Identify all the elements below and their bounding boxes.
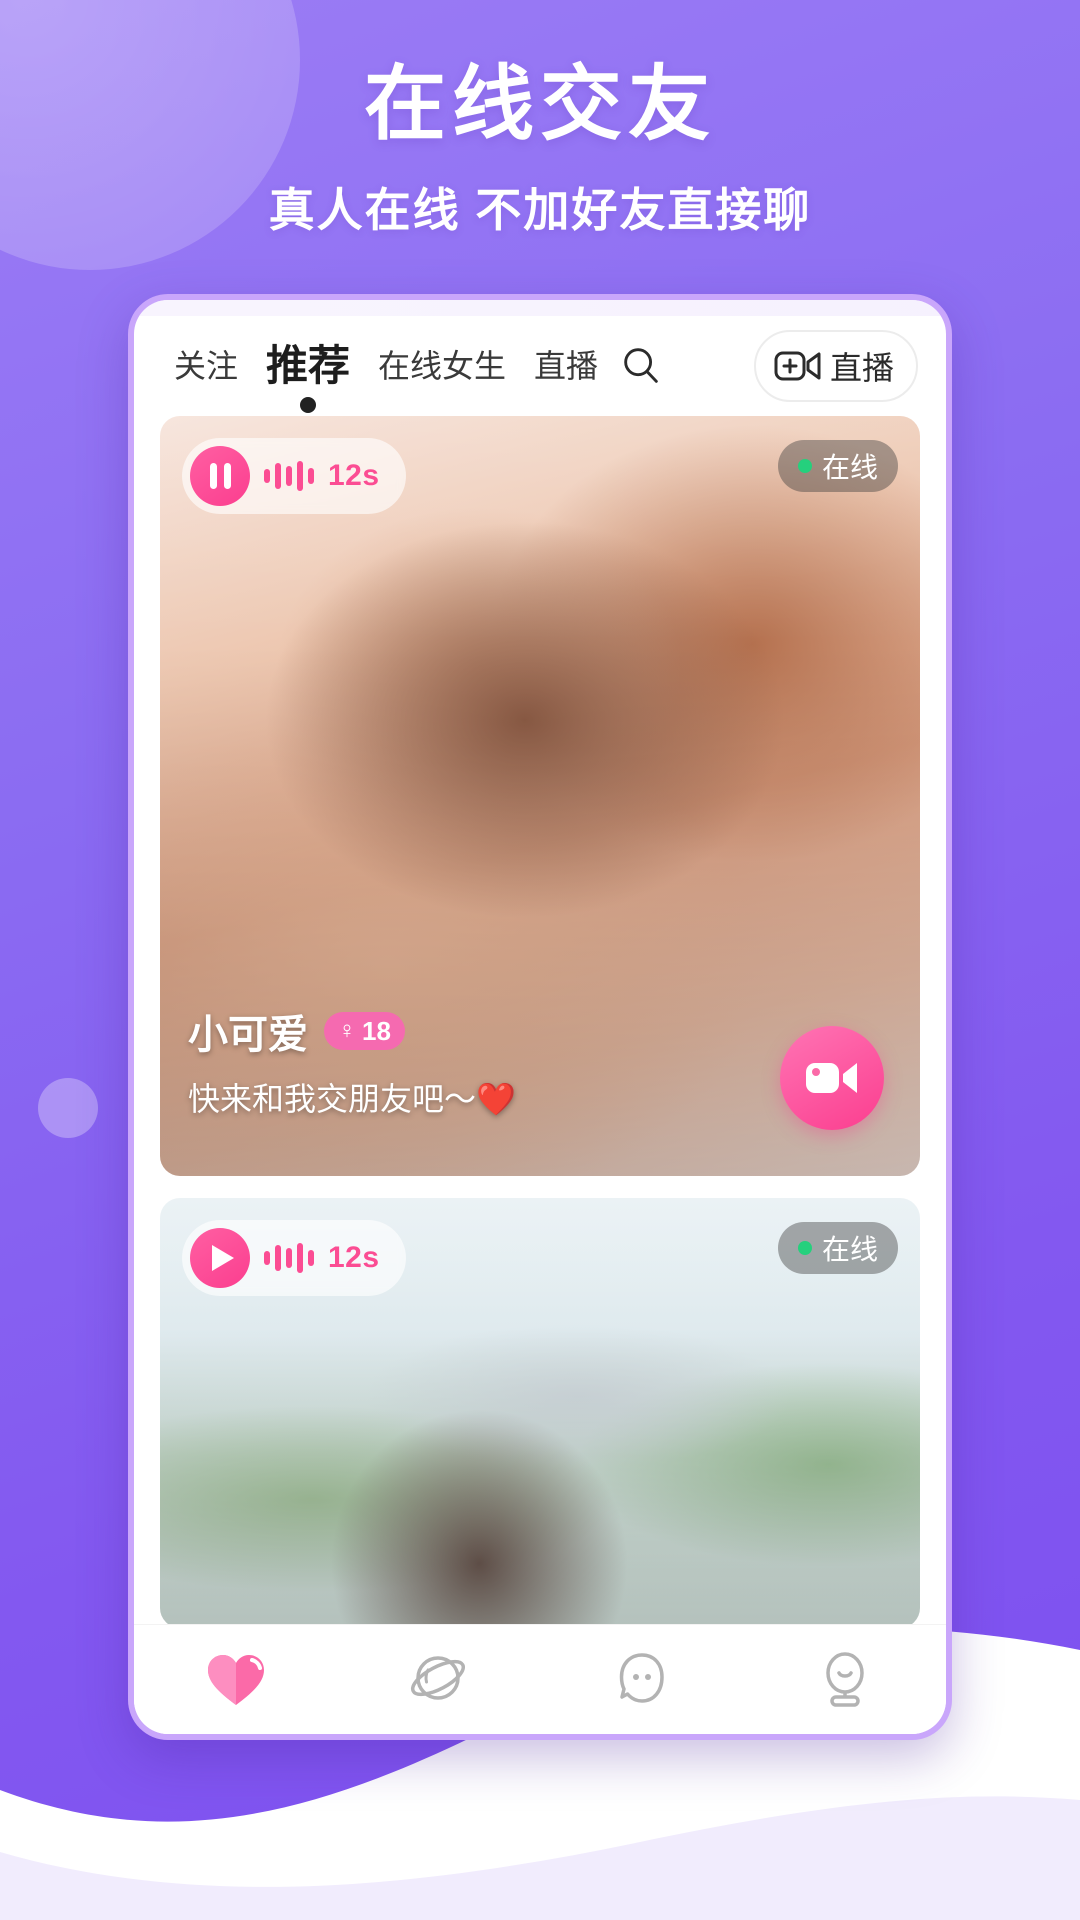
feed-list[interactable]: 12s 在线 小可爱 ♀ 18 快来和我交朋友吧～❤️ 12s 在线 <box>134 416 946 1624</box>
profile-info: 小可爱 ♀ 18 快来和我交朋友吧～❤️ <box>188 1002 516 1120</box>
active-tab-indicator <box>300 397 317 413</box>
video-call-icon <box>806 1063 857 1093</box>
status-badge: 在线 <box>777 1222 898 1274</box>
tab-follow[interactable]: 关注 <box>160 350 252 382</box>
bottom-navigation <box>134 1624 946 1734</box>
play-button[interactable] <box>190 1228 250 1288</box>
waveform-icon <box>264 459 314 493</box>
start-live-button[interactable]: 直播 <box>753 330 918 402</box>
search-icon[interactable] <box>618 343 664 389</box>
tab-live-label: 直播 <box>534 348 599 384</box>
tab-online-girls[interactable]: 在线女生 <box>364 350 520 382</box>
status-badge-label: 在线 <box>821 1234 878 1265</box>
feed-card[interactable]: 12s 在线 <box>160 1198 920 1624</box>
audio-player-badge[interactable]: 12s <box>182 438 406 514</box>
tab-recommend[interactable]: 推荐 <box>252 342 364 413</box>
nav-item-discover[interactable] <box>134 1651 337 1709</box>
status-badge-label: 在线 <box>821 452 878 483</box>
play-icon <box>211 1245 234 1271</box>
tab-recommend-label: 推荐 <box>266 342 351 389</box>
waveform-icon <box>264 1241 314 1275</box>
gender-age-badge: ♀ 18 <box>324 1012 405 1050</box>
planet-icon <box>410 1655 465 1700</box>
video-call-button[interactable] <box>780 1026 884 1130</box>
tab-online-girls-label: 在线女生 <box>378 348 507 384</box>
feed-card[interactable]: 12s 在线 小可爱 ♀ 18 快来和我交朋友吧～❤️ <box>160 416 920 1176</box>
start-live-label: 直播 <box>829 350 894 386</box>
nav-item-profile[interactable] <box>743 1651 946 1709</box>
nav-item-messages[interactable] <box>540 1651 743 1709</box>
tab-follow-label: 关注 <box>174 348 239 384</box>
pause-button[interactable] <box>190 446 250 506</box>
audio-duration: 12s <box>328 1241 380 1274</box>
profile-bio: 快来和我交朋友吧～❤️ <box>188 1081 516 1117</box>
page-title: 在线交友 <box>363 59 716 150</box>
online-dot <box>797 1241 812 1255</box>
profile-name-row: 小可爱 ♀ 18 <box>188 1002 516 1060</box>
profile-age: 18 <box>362 1015 391 1046</box>
audio-duration: 12s <box>328 459 380 492</box>
video-plus-icon <box>774 351 821 381</box>
decorative-circle-left <box>38 1078 98 1138</box>
status-bar <box>134 300 946 316</box>
app-screen: 关注 推荐 在线女生 直播 直播 12s 在线 小可爱 ♀ 18 快来和我交朋友… <box>134 300 946 1734</box>
tab-live[interactable]: 直播 <box>520 350 612 382</box>
audio-player-badge[interactable]: 12s <box>182 1220 406 1296</box>
phone-frame: 关注 推荐 在线女生 直播 直播 12s 在线 小可爱 ♀ 18 快来和我交朋友… <box>128 294 952 1740</box>
status-badge: 在线 <box>777 440 898 492</box>
page-subtitle: 真人在线 不加好友直接聊 <box>268 184 812 237</box>
pause-icon <box>209 463 231 489</box>
profile-name: 小可爱 <box>188 1013 308 1057</box>
chat-face-icon <box>619 1652 664 1703</box>
heart-icon <box>207 1654 264 1705</box>
nav-item-planet[interactable] <box>337 1651 540 1709</box>
promo-header: 在线交友 真人在线 不加好友直接聊 <box>0 59 1080 240</box>
top-navigation: 关注 推荐 在线女生 直播 直播 <box>134 316 946 416</box>
person-icon <box>825 1651 864 1707</box>
female-icon: ♀ <box>338 1017 356 1044</box>
online-dot <box>797 459 812 473</box>
